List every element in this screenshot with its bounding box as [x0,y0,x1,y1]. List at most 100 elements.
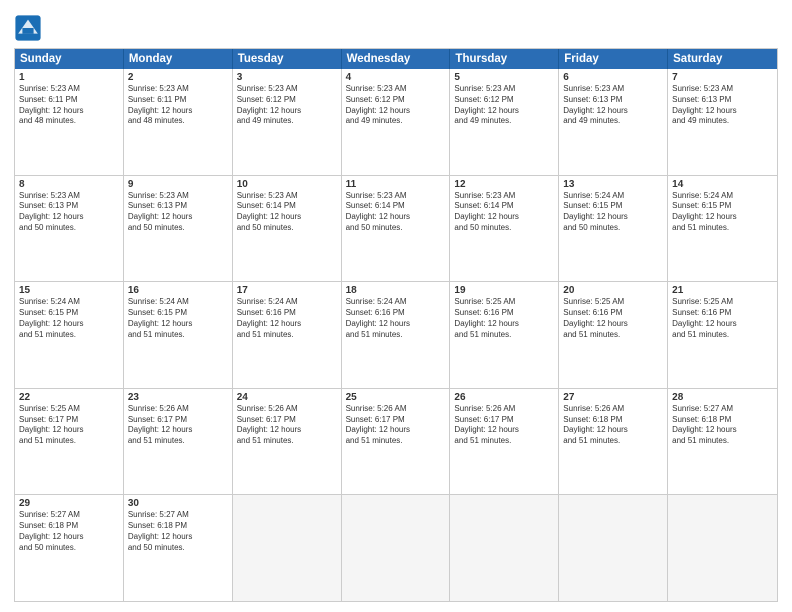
cell-w5-d6 [559,495,668,601]
day-number: 3 [237,72,337,83]
day-info: Sunrise: 5:23 AM Sunset: 6:13 PM Dayligh… [672,84,773,127]
week-row-5: 29Sunrise: 5:27 AM Sunset: 6:18 PM Dayli… [15,495,777,601]
cell-w2-d2: 9Sunrise: 5:23 AM Sunset: 6:13 PM Daylig… [124,176,233,282]
day-info: Sunrise: 5:23 AM Sunset: 6:12 PM Dayligh… [454,84,554,127]
calendar-header: Sunday Monday Tuesday Wednesday Thursday… [15,49,777,69]
day-info: Sunrise: 5:24 AM Sunset: 6:16 PM Dayligh… [346,297,446,340]
cell-w1-d3: 3Sunrise: 5:23 AM Sunset: 6:12 PM Daylig… [233,69,342,175]
day-info: Sunrise: 5:26 AM Sunset: 6:17 PM Dayligh… [454,404,554,447]
header-friday: Friday [559,49,668,69]
cell-w4-d2: 23Sunrise: 5:26 AM Sunset: 6:17 PM Dayli… [124,389,233,495]
day-info: Sunrise: 5:26 AM Sunset: 6:18 PM Dayligh… [563,404,663,447]
day-info: Sunrise: 5:23 AM Sunset: 6:12 PM Dayligh… [346,84,446,127]
day-number: 12 [454,179,554,190]
day-number: 20 [563,285,663,296]
day-info: Sunrise: 5:23 AM Sunset: 6:14 PM Dayligh… [454,191,554,234]
day-number: 16 [128,285,228,296]
day-info: Sunrise: 5:27 AM Sunset: 6:18 PM Dayligh… [672,404,773,447]
cell-w2-d7: 14Sunrise: 5:24 AM Sunset: 6:15 PM Dayli… [668,176,777,282]
day-number: 27 [563,392,663,403]
day-number: 2 [128,72,228,83]
cell-w2-d1: 8Sunrise: 5:23 AM Sunset: 6:13 PM Daylig… [15,176,124,282]
day-info: Sunrise: 5:25 AM Sunset: 6:16 PM Dayligh… [563,297,663,340]
cell-w3-d3: 17Sunrise: 5:24 AM Sunset: 6:16 PM Dayli… [233,282,342,388]
day-number: 18 [346,285,446,296]
day-number: 6 [563,72,663,83]
week-row-3: 15Sunrise: 5:24 AM Sunset: 6:15 PM Dayli… [15,282,777,389]
cell-w5-d1: 29Sunrise: 5:27 AM Sunset: 6:18 PM Dayli… [15,495,124,601]
cell-w2-d6: 13Sunrise: 5:24 AM Sunset: 6:15 PM Dayli… [559,176,668,282]
cell-w5-d4 [342,495,451,601]
day-info: Sunrise: 5:25 AM Sunset: 6:16 PM Dayligh… [454,297,554,340]
cell-w1-d6: 6Sunrise: 5:23 AM Sunset: 6:13 PM Daylig… [559,69,668,175]
cell-w1-d7: 7Sunrise: 5:23 AM Sunset: 6:13 PM Daylig… [668,69,777,175]
logo-icon [14,14,42,42]
day-number: 9 [128,179,228,190]
cell-w3-d1: 15Sunrise: 5:24 AM Sunset: 6:15 PM Dayli… [15,282,124,388]
cell-w4-d1: 22Sunrise: 5:25 AM Sunset: 6:17 PM Dayli… [15,389,124,495]
day-number: 22 [19,392,119,403]
day-info: Sunrise: 5:24 AM Sunset: 6:15 PM Dayligh… [563,191,663,234]
day-info: Sunrise: 5:27 AM Sunset: 6:18 PM Dayligh… [19,510,119,553]
day-info: Sunrise: 5:24 AM Sunset: 6:15 PM Dayligh… [672,191,773,234]
header-saturday: Saturday [668,49,777,69]
day-number: 10 [237,179,337,190]
day-number: 5 [454,72,554,83]
cell-w1-d4: 4Sunrise: 5:23 AM Sunset: 6:12 PM Daylig… [342,69,451,175]
day-number: 19 [454,285,554,296]
cell-w1-d2: 2Sunrise: 5:23 AM Sunset: 6:11 PM Daylig… [124,69,233,175]
calendar-body: 1Sunrise: 5:23 AM Sunset: 6:11 PM Daylig… [15,69,777,601]
day-number: 1 [19,72,119,83]
week-row-1: 1Sunrise: 5:23 AM Sunset: 6:11 PM Daylig… [15,69,777,176]
cell-w3-d5: 19Sunrise: 5:25 AM Sunset: 6:16 PM Dayli… [450,282,559,388]
calendar: Sunday Monday Tuesday Wednesday Thursday… [14,48,778,602]
cell-w1-d1: 1Sunrise: 5:23 AM Sunset: 6:11 PM Daylig… [15,69,124,175]
day-info: Sunrise: 5:23 AM Sunset: 6:14 PM Dayligh… [346,191,446,234]
day-info: Sunrise: 5:23 AM Sunset: 6:11 PM Dayligh… [19,84,119,127]
day-info: Sunrise: 5:26 AM Sunset: 6:17 PM Dayligh… [346,404,446,447]
week-row-2: 8Sunrise: 5:23 AM Sunset: 6:13 PM Daylig… [15,176,777,283]
cell-w3-d4: 18Sunrise: 5:24 AM Sunset: 6:16 PM Dayli… [342,282,451,388]
day-info: Sunrise: 5:25 AM Sunset: 6:16 PM Dayligh… [672,297,773,340]
day-info: Sunrise: 5:25 AM Sunset: 6:17 PM Dayligh… [19,404,119,447]
header-thursday: Thursday [450,49,559,69]
cell-w3-d2: 16Sunrise: 5:24 AM Sunset: 6:15 PM Dayli… [124,282,233,388]
header-tuesday: Tuesday [233,49,342,69]
header-monday: Monday [124,49,233,69]
day-number: 11 [346,179,446,190]
day-number: 17 [237,285,337,296]
cell-w4-d6: 27Sunrise: 5:26 AM Sunset: 6:18 PM Dayli… [559,389,668,495]
day-number: 28 [672,392,773,403]
day-info: Sunrise: 5:24 AM Sunset: 6:16 PM Dayligh… [237,297,337,340]
day-number: 13 [563,179,663,190]
day-number: 24 [237,392,337,403]
day-info: Sunrise: 5:26 AM Sunset: 6:17 PM Dayligh… [237,404,337,447]
header [14,10,778,42]
page: Sunday Monday Tuesday Wednesday Thursday… [0,0,792,612]
day-info: Sunrise: 5:23 AM Sunset: 6:13 PM Dayligh… [19,191,119,234]
cell-w4-d4: 25Sunrise: 5:26 AM Sunset: 6:17 PM Dayli… [342,389,451,495]
cell-w5-d3 [233,495,342,601]
day-number: 29 [19,498,119,509]
day-number: 26 [454,392,554,403]
week-row-4: 22Sunrise: 5:25 AM Sunset: 6:17 PM Dayli… [15,389,777,496]
day-number: 15 [19,285,119,296]
day-info: Sunrise: 5:23 AM Sunset: 6:14 PM Dayligh… [237,191,337,234]
day-number: 4 [346,72,446,83]
cell-w3-d7: 21Sunrise: 5:25 AM Sunset: 6:16 PM Dayli… [668,282,777,388]
cell-w4-d7: 28Sunrise: 5:27 AM Sunset: 6:18 PM Dayli… [668,389,777,495]
cell-w5-d2: 30Sunrise: 5:27 AM Sunset: 6:18 PM Dayli… [124,495,233,601]
day-info: Sunrise: 5:26 AM Sunset: 6:17 PM Dayligh… [128,404,228,447]
day-info: Sunrise: 5:23 AM Sunset: 6:13 PM Dayligh… [563,84,663,127]
day-info: Sunrise: 5:27 AM Sunset: 6:18 PM Dayligh… [128,510,228,553]
day-number: 14 [672,179,773,190]
cell-w2-d5: 12Sunrise: 5:23 AM Sunset: 6:14 PM Dayli… [450,176,559,282]
cell-w5-d5 [450,495,559,601]
day-number: 30 [128,498,228,509]
logo [14,14,44,42]
day-number: 25 [346,392,446,403]
day-number: 23 [128,392,228,403]
cell-w3-d6: 20Sunrise: 5:25 AM Sunset: 6:16 PM Dayli… [559,282,668,388]
cell-w1-d5: 5Sunrise: 5:23 AM Sunset: 6:12 PM Daylig… [450,69,559,175]
day-info: Sunrise: 5:23 AM Sunset: 6:11 PM Dayligh… [128,84,228,127]
